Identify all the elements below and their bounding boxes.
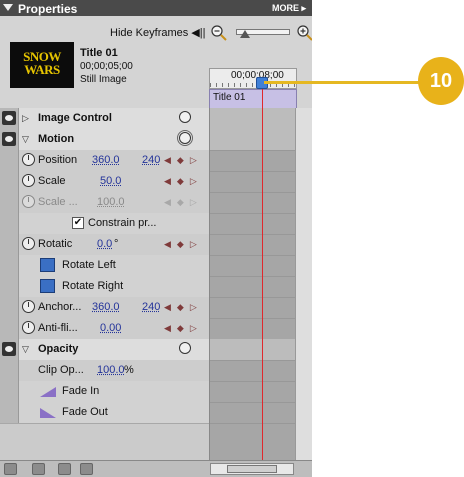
property-label: Position xyxy=(38,154,78,166)
hand-icon[interactable] xyxy=(58,463,71,475)
callout-leader-line xyxy=(264,81,420,84)
clip-thumbnail: SNOW WARS xyxy=(10,42,74,88)
anchor-y-value[interactable]: 240 xyxy=(142,301,160,313)
horizontal-scroll-thumb[interactable] xyxy=(227,465,277,473)
section-opacity[interactable]: ▽ Opacity xyxy=(0,339,209,361)
clip-duration: 00;00;05;00 xyxy=(80,61,133,72)
reset-icon[interactable] xyxy=(177,130,193,146)
properties-panel: Properties MORE ▸ Hide Keyframes ◀|| SNO… xyxy=(0,0,312,477)
property-label: Clip Op... xyxy=(38,364,84,376)
timeline-clip-label: Title 01 xyxy=(213,92,246,103)
eye-icon[interactable] xyxy=(2,111,16,125)
clip-name: Title 01 xyxy=(80,47,118,59)
property-scale: Scale 50.0 ◀◆▷ xyxy=(0,171,209,193)
trash-icon[interactable] xyxy=(80,463,93,475)
fade-in-label: Fade In xyxy=(62,385,100,397)
constrain-label: Constrain pr... xyxy=(88,217,157,229)
stopwatch-icon[interactable] xyxy=(22,321,35,334)
stopwatch-icon[interactable] xyxy=(22,174,35,187)
section-label: Image Control xyxy=(38,112,112,124)
clip-opacity-value[interactable]: 100.0 xyxy=(97,364,125,376)
zoom-slider-thumb[interactable] xyxy=(240,30,250,38)
twirl-open-icon[interactable]: ▽ xyxy=(22,344,29,355)
property-constrain: ✔ Constrain pr... xyxy=(0,213,209,235)
property-label: Anchor... xyxy=(38,301,82,313)
callout-number: 10 xyxy=(418,57,464,105)
current-time-line[interactable] xyxy=(262,87,263,460)
zoom-out-icon[interactable] xyxy=(210,24,228,42)
fade-in-row[interactable]: Fade In xyxy=(0,381,209,403)
property-scale-width: Scale ... 100.0 ◀◆▷ xyxy=(0,192,209,214)
effects-list: ▷ Image Control ▽ Motion Position 360.0 … xyxy=(0,108,210,460)
antiflicker-value[interactable]: 0.00 xyxy=(100,322,121,334)
reset-icon[interactable] xyxy=(179,111,191,123)
property-label: Scale ... xyxy=(38,196,78,208)
panel-title: Properties xyxy=(18,2,78,16)
position-y-value[interactable]: 240 xyxy=(142,154,160,166)
anchor-x-value[interactable]: 360.0 xyxy=(92,301,120,313)
keyframe-nav[interactable]: ◀◆▷ xyxy=(164,302,203,313)
collapse-triangle-icon[interactable] xyxy=(3,4,13,11)
fade-out-row[interactable]: Fade Out xyxy=(0,402,209,424)
keyframe-nav: ◀◆▷ xyxy=(164,197,203,207)
fade-out-icon[interactable] xyxy=(40,408,56,418)
property-label: Scale xyxy=(38,175,66,187)
fade-out-label: Fade Out xyxy=(62,406,108,418)
eye-icon[interactable] xyxy=(2,342,16,356)
keyframe-nav[interactable]: ◀◆▷ xyxy=(164,239,203,250)
keyframe-nav[interactable]: ◀◆▷ xyxy=(164,176,203,187)
stopwatch-icon[interactable] xyxy=(22,237,35,250)
section-motion[interactable]: ▽ Motion xyxy=(0,129,209,151)
property-label: Rotatic xyxy=(38,238,73,250)
rotate-right-label: Rotate Right xyxy=(62,280,124,292)
panel-footer xyxy=(0,460,312,477)
rotation-unit: ° xyxy=(114,238,119,250)
keyframe-track-area[interactable] xyxy=(210,108,295,460)
scale-width-value: 100.0 xyxy=(97,196,125,208)
twirl-closed-icon[interactable]: ▷ xyxy=(22,113,29,124)
section-label: Motion xyxy=(38,133,75,145)
section-label: Opacity xyxy=(38,343,79,355)
rotate-left-row[interactable]: Rotate Left xyxy=(0,255,209,277)
constrain-checkbox[interactable]: ✔ xyxy=(72,217,84,229)
zoom-in-icon[interactable] xyxy=(296,24,312,42)
property-label: Anti-fli... xyxy=(38,322,78,334)
rotate-right-icon[interactable] xyxy=(40,279,55,293)
hide-keyframes-button[interactable]: Hide Keyframes ◀|| xyxy=(110,26,205,39)
panel-titlebar: Properties MORE ▸ xyxy=(0,0,312,16)
scale-value[interactable]: 50.0 xyxy=(100,175,121,187)
keyframe-nav[interactable]: ◀◆▷ xyxy=(164,155,203,166)
property-rotation: Rotatic 0.0 ° ◀◆▷ xyxy=(0,234,209,256)
rotate-right-row[interactable]: Rotate Right xyxy=(0,276,209,298)
stopwatch-icon[interactable] xyxy=(22,153,35,166)
rotation-value[interactable]: 0.0 xyxy=(97,238,112,250)
more-menu-button[interactable]: MORE ▸ xyxy=(272,3,306,14)
twirl-open-icon[interactable]: ▽ xyxy=(22,134,29,145)
section-image-control[interactable]: ▷ Image Control xyxy=(0,108,209,130)
position-x-value[interactable]: 360.0 xyxy=(92,154,120,166)
property-antiflicker: Anti-fli... 0.00 ◀◆▷ xyxy=(0,318,209,340)
thumbnail-logo: SNOW WARS xyxy=(23,49,61,77)
render-icon[interactable] xyxy=(4,463,17,475)
rotate-left-icon[interactable] xyxy=(40,258,55,272)
snapshot-icon[interactable] xyxy=(32,463,45,475)
fade-in-icon[interactable] xyxy=(40,387,56,397)
eye-icon[interactable] xyxy=(2,132,16,146)
vertical-scrollbar[interactable] xyxy=(295,108,312,460)
reset-icon[interactable] xyxy=(179,342,191,354)
clip-opacity-unit: % xyxy=(124,364,134,376)
rotate-left-label: Rotate Left xyxy=(62,259,116,271)
property-clip-opacity: Clip Op... 100.0 % xyxy=(0,360,209,382)
keyframe-nav[interactable]: ◀◆▷ xyxy=(164,323,203,334)
property-anchor: Anchor... 360.0 240 ◀◆▷ xyxy=(0,297,209,319)
stopwatch-icon[interactable] xyxy=(22,300,35,313)
property-position: Position 360.0 240 ◀◆▷ xyxy=(0,150,209,172)
stopwatch-icon xyxy=(22,195,35,208)
clip-type: Still Image xyxy=(80,74,127,85)
